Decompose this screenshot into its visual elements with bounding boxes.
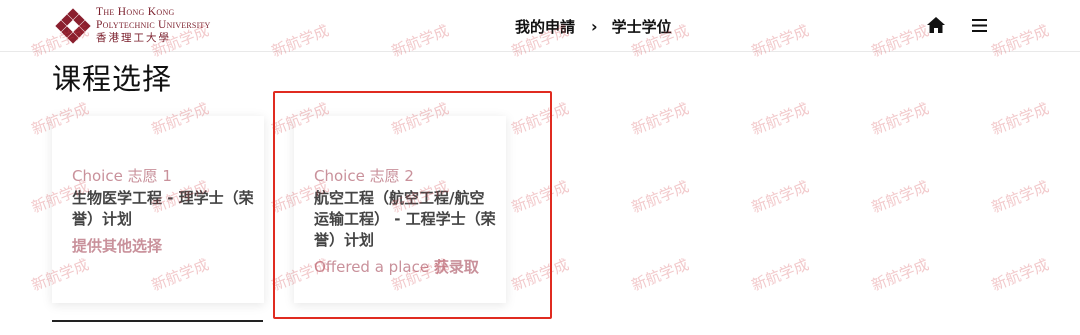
breadcrumb-separator: › bbox=[591, 17, 598, 36]
watermark-text: 新航学成 bbox=[509, 255, 572, 295]
watermark-text: 新航学成 bbox=[869, 255, 932, 295]
watermark-text: 新航学成 bbox=[989, 255, 1052, 295]
logo-text-line1: The Hong Kong bbox=[96, 6, 175, 18]
breadcrumb-my-applications[interactable]: 我的申請 bbox=[515, 16, 575, 37]
home-icon[interactable] bbox=[926, 16, 946, 34]
watermark-text: 新航学成 bbox=[629, 255, 692, 295]
watermark-text: 新航学成 bbox=[989, 177, 1052, 217]
page-title: 课程选择 bbox=[52, 62, 173, 96]
offer-other-choice-link[interactable]: 提供其他选择 bbox=[72, 235, 162, 256]
active-tab-underline bbox=[52, 320, 263, 322]
watermark-text: 新航学成 bbox=[869, 99, 932, 139]
watermark-text: 新航学成 bbox=[629, 99, 692, 139]
logo-text-line2: Polytechnic University bbox=[96, 19, 211, 31]
watermark-text: 新航学成 bbox=[869, 177, 932, 217]
breadcrumb-bachelor-degree: 学士学位 bbox=[611, 18, 672, 36]
programme-name: 生物医学工程 - 理学士（荣誉）计划 bbox=[72, 189, 254, 228]
watermark-text: 新航学成 bbox=[989, 99, 1052, 139]
top-header: The Hong Kong Polytechnic University 香港理… bbox=[0, 0, 1080, 52]
offer-status-zh: 获录取 bbox=[433, 258, 479, 276]
hamburger-menu-icon[interactable] bbox=[972, 19, 987, 32]
watermark-text: 新航学成 bbox=[749, 255, 812, 295]
choice-card-1: Choice 志愿 1 生物医学工程 - 理学士（荣誉）计划 提供其他选择 bbox=[52, 116, 264, 303]
offer-status-en: Offered a place bbox=[314, 258, 430, 276]
offer-status: Offered a place 获录取 bbox=[314, 256, 479, 277]
logo-text-chinese: 香港理工大學 bbox=[96, 33, 171, 44]
breadcrumb: 我的申請 › 学士学位 bbox=[515, 16, 672, 37]
watermark-text: 新航学成 bbox=[629, 177, 692, 217]
choice-card-2: Choice 志愿 2 航空工程（航空工程/航空运输工程） - 工程学士（荣誉）… bbox=[294, 116, 506, 303]
polyu-logo[interactable]: The Hong Kong Polytechnic University 香港理… bbox=[55, 6, 211, 45]
programme-name: 航空工程（航空工程/航空运输工程） - 工程学士（荣誉）计划 bbox=[314, 189, 496, 249]
watermark-text: 新航学成 bbox=[749, 177, 812, 217]
watermark-text: 新航学成 bbox=[509, 177, 572, 217]
watermark-text: 新航学成 bbox=[749, 99, 812, 139]
choice-label: Choice 志愿 2 bbox=[314, 167, 414, 185]
polyu-emblem-icon bbox=[55, 7, 91, 44]
choice-label: Choice 志愿 1 bbox=[72, 167, 172, 185]
watermark-text: 新航学成 bbox=[509, 99, 572, 139]
